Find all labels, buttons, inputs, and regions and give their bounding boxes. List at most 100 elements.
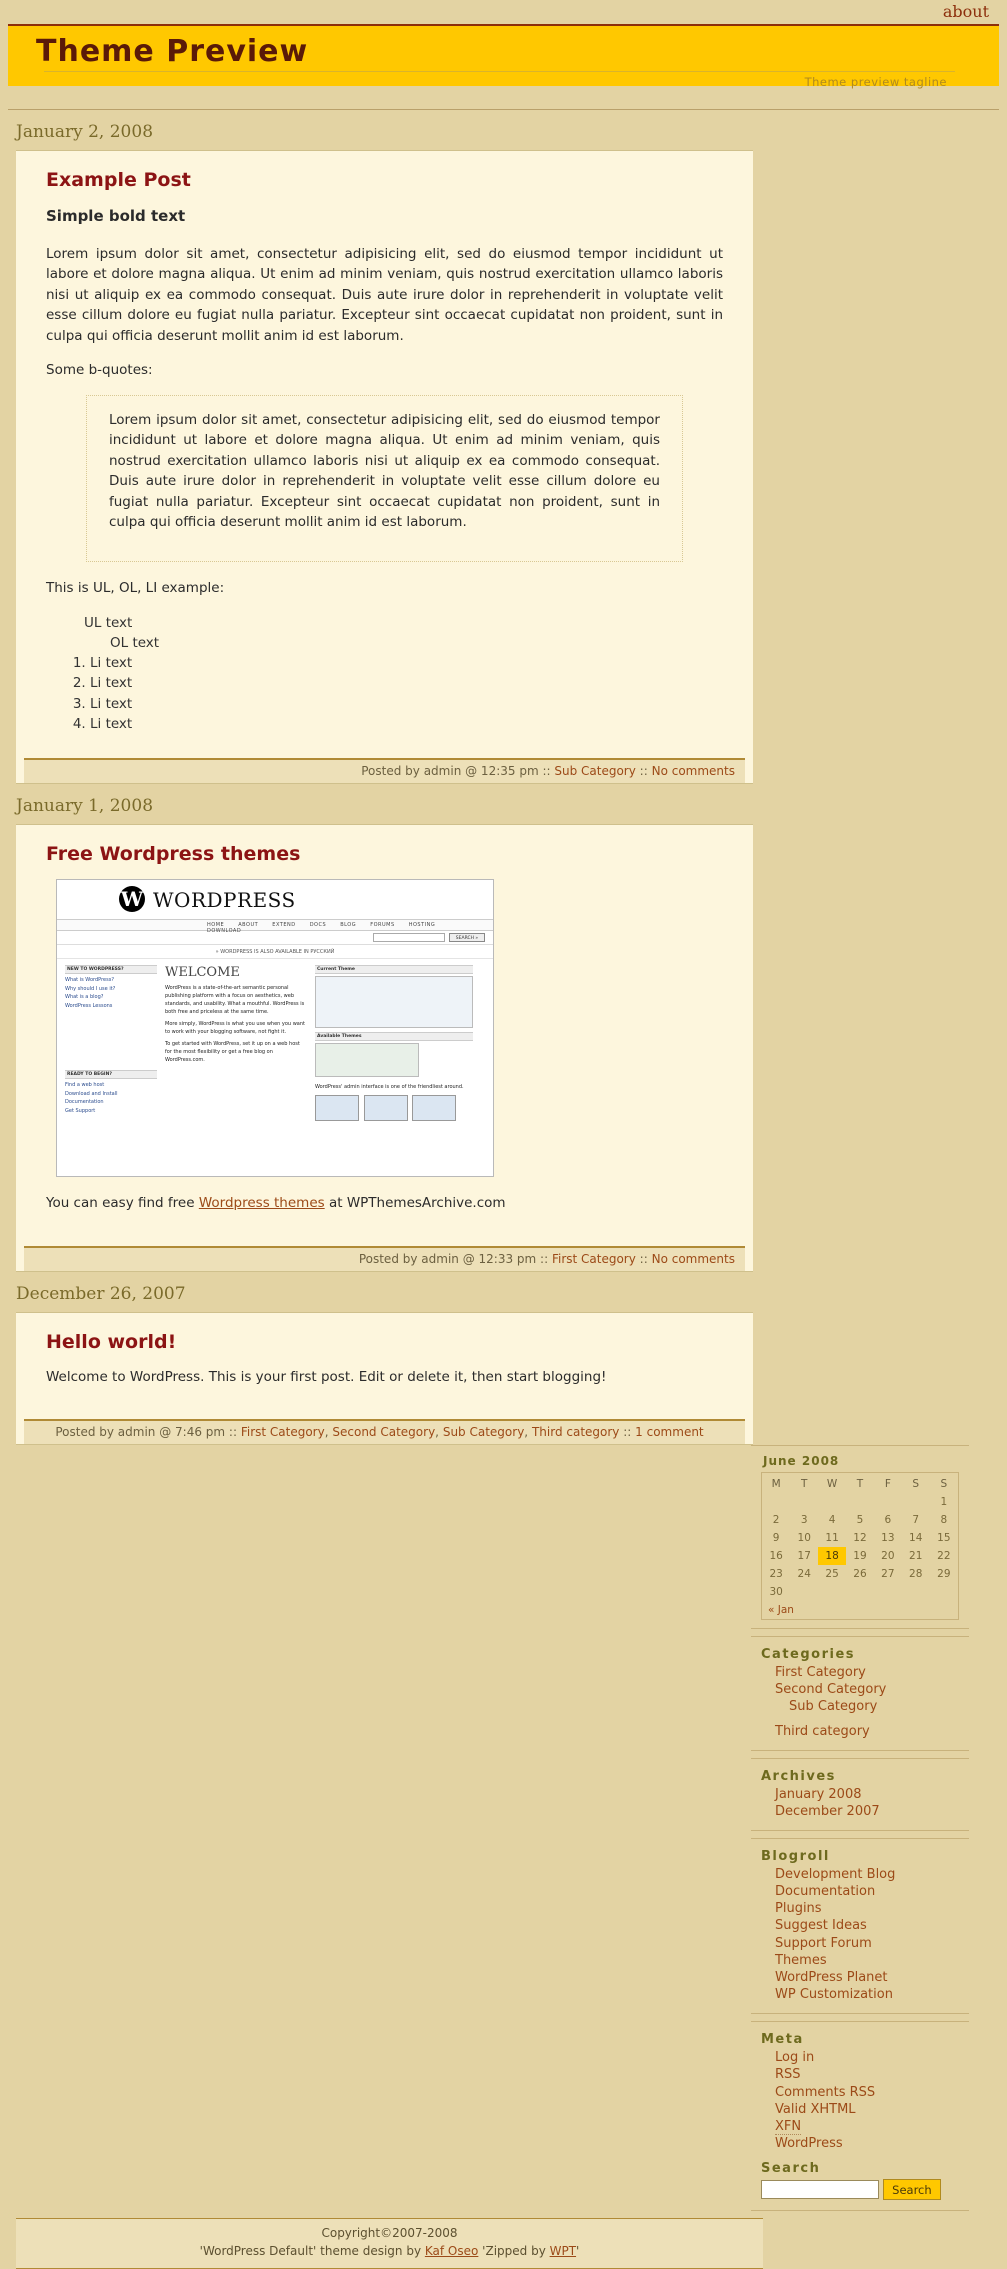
sidebar: June 2008 M T W T F S S 1 2 3 4 5 6 7 8 9 10 11 12 1…	[751, 1445, 969, 2218]
wordpress-themes-link[interactable]: Wordpress themes	[199, 1195, 325, 1211]
sidebar-link-january-2008[interactable]: January 2008	[775, 1787, 862, 1802]
post-comments-link[interactable]: 1 comment	[635, 1425, 703, 1439]
calendar-prev-link[interactable]: « Jan	[768, 1604, 794, 1616]
calendar-day-cell[interactable]: 20	[874, 1547, 902, 1565]
post-category-link[interactable]: Sub Category	[443, 1425, 524, 1439]
calendar-day-cell[interactable]: 25	[818, 1565, 846, 1583]
post-title[interactable]: Hello world!	[46, 1331, 723, 1353]
meta-comma: ,	[324, 1425, 329, 1440]
categories-list: First Category Second Category Sub Categ…	[761, 1664, 957, 1740]
calendar-today-cell[interactable]: 18	[818, 1547, 847, 1566]
screenshot-nav-item: EXTEND	[272, 922, 296, 928]
screenshot-search-button: SEARCH »	[449, 933, 485, 942]
search-button[interactable]: Search	[883, 2179, 941, 2201]
post-title[interactable]: Example Post	[46, 169, 723, 191]
calendar-day-cell[interactable]: 10	[790, 1529, 818, 1547]
sidebar-link-wordpress[interactable]: WordPress	[775, 2136, 843, 2151]
blogroll-widget: Blogroll Development Blog Documentation …	[751, 1837, 969, 2015]
blockquote-text: Lorem ipsum dolor sit amet, consectetur …	[109, 411, 660, 531]
calendar-day-cell[interactable]: 26	[846, 1565, 874, 1583]
sidebar-link-wp-customization[interactable]: WP Customization	[775, 1987, 893, 2002]
calendar-day-cell[interactable]: 8	[930, 1511, 959, 1529]
calendar-day-cell[interactable]: 28	[902, 1565, 930, 1583]
sidebar-link-comments-rss[interactable]: Comments RSS	[775, 2085, 875, 2100]
sidebar-link-sub-category[interactable]: Sub Category	[789, 1699, 877, 1714]
screenshot-link: What is WordPress?	[65, 977, 114, 983]
calendar-day-cell[interactable]: 3	[790, 1511, 818, 1529]
post-category-link[interactable]: First Category	[552, 1252, 636, 1266]
calendar-day-cell[interactable]: 9	[762, 1529, 791, 1547]
sidebar-link-support-forum[interactable]: Support Forum	[775, 1936, 872, 1951]
calendar-day-cell[interactable]: 11	[818, 1529, 846, 1547]
calendar-day-cell[interactable]: 22	[930, 1547, 959, 1565]
screenshot-note: WordPress' admin interface is one of the…	[315, 1084, 464, 1090]
post-title[interactable]: Free Wordpress themes	[46, 843, 723, 865]
post-category-link[interactable]: Third category	[532, 1425, 619, 1439]
categories-widget: Categories First Category Second Categor…	[751, 1636, 969, 1751]
calendar-footer-row: « Jan	[762, 1601, 959, 1620]
sidebar-link-december-2007[interactable]: December 2007	[775, 1804, 880, 1819]
calendar-day-cell[interactable]: 23	[762, 1565, 791, 1583]
calendar-day-cell[interactable]: 15	[930, 1529, 959, 1547]
calendar-day-cell[interactable]: 19	[846, 1547, 874, 1565]
post-comments-link[interactable]: No comments	[652, 1252, 735, 1266]
post-date: January 1, 2008	[16, 796, 154, 816]
calendar-day-cell[interactable]: 24	[790, 1565, 818, 1583]
screenshot-link: What is a blog?	[65, 994, 104, 1000]
post-article: Example Post Simple bold text Lorem ipsu…	[16, 150, 753, 784]
calendar-day-cell[interactable]: 7	[902, 1511, 930, 1529]
screenshot-search-input	[373, 933, 445, 942]
sidebar-link-wordpress-planet[interactable]: WordPress Planet	[775, 1970, 888, 1985]
widget-title: Archives	[761, 1768, 836, 1784]
sidebar-link-suggest-ideas[interactable]: Suggest Ideas	[775, 1918, 867, 1933]
calendar-week-row: 1	[762, 1493, 959, 1511]
post-author-time: Posted by admin @ 7:46 pm ::	[55, 1425, 237, 1440]
calendar-day-cell[interactable]: 29	[930, 1565, 959, 1583]
post-category-link[interactable]: Second Category	[332, 1425, 435, 1439]
calendar-day-cell[interactable]: 5	[846, 1511, 874, 1529]
calendar-day-cell[interactable]: 4	[818, 1511, 846, 1529]
calendar-day-cell[interactable]: 30	[762, 1583, 791, 1601]
sidebar-link-documentation[interactable]: Documentation	[775, 1884, 875, 1899]
calendar-day-cell[interactable]: 14	[902, 1529, 930, 1547]
calendar-empty-cell	[818, 1493, 846, 1511]
post-category-link[interactable]: First Category	[241, 1425, 325, 1439]
calendar-day-cell[interactable]: 27	[874, 1565, 902, 1583]
sidebar-link-second-category[interactable]: Second Category	[775, 1682, 886, 1697]
sidebar-link-valid-xhtml[interactable]: Valid XHTML	[775, 2102, 856, 2117]
sidebar-link-rss[interactable]: RSS	[775, 2067, 801, 2082]
sidebar-link-log-in[interactable]: Log in	[775, 2050, 814, 2065]
sidebar-link-first-category[interactable]: First Category	[775, 1665, 866, 1680]
post-meta: Posted by admin @ 12:35 pm :: Sub Catego…	[24, 758, 745, 783]
calendar-day-cell[interactable]: 6	[874, 1511, 902, 1529]
calendar-week-row: 2345678	[762, 1511, 959, 1529]
wordpress-screenshot[interactable]: W WORDPRESS HOME ABOUT EXTEND DOCS BLOG …	[56, 879, 723, 1177]
list-item: XFN	[775, 2118, 957, 2135]
calendar-day-cell[interactable]: 1	[930, 1493, 959, 1511]
nav-item-about[interactable]: about	[943, 2, 989, 21]
screenshot-thumbnail	[363, 1095, 408, 1121]
calendar-day-cell[interactable]: 12	[846, 1529, 874, 1547]
sidebar-link-development-blog[interactable]: Development Blog	[775, 1867, 895, 1882]
meta-list: Log in RSS Comments RSS Valid XHTML XFN …	[761, 2049, 957, 2152]
wordpress-wordmark: WORDPRESS	[153, 888, 296, 912]
sidebar-link-xfn[interactable]: XFN	[775, 2118, 802, 2135]
calendar-day-cell[interactable]: 2	[762, 1511, 791, 1529]
site-footer-wrap: Copyright©2007-2008 'WordPress Default' …	[0, 2218, 1007, 2269]
designer-link[interactable]: Kaf Oseo	[425, 2244, 478, 2258]
sidebar-link-plugins[interactable]: Plugins	[775, 1901, 822, 1916]
calendar-day-cell[interactable]: 16	[762, 1547, 791, 1565]
wpt-link[interactable]: WPT	[550, 2244, 576, 2258]
sidebar-link-third-category[interactable]: Third category	[775, 1724, 870, 1739]
page-title[interactable]: Theme Preview	[22, 30, 985, 71]
screenshot-notice: » WORDPRESS IS ALSO AVAILABLE IN РУССКИЙ	[57, 945, 493, 959]
post-comments-link[interactable]: No comments	[652, 764, 735, 778]
widget-title: Categories	[761, 1647, 856, 1663]
calendar-day-cell[interactable]: 17	[790, 1547, 818, 1565]
calendar-day-cell[interactable]: 21	[902, 1547, 930, 1565]
post-category-link[interactable]: Sub Category	[554, 764, 635, 778]
sidebar-link-themes[interactable]: Themes	[775, 1953, 827, 1968]
screenshot-nav-item: DOCS	[309, 922, 327, 928]
search-input[interactable]	[761, 2180, 879, 2200]
calendar-day-cell[interactable]: 13	[874, 1529, 902, 1547]
